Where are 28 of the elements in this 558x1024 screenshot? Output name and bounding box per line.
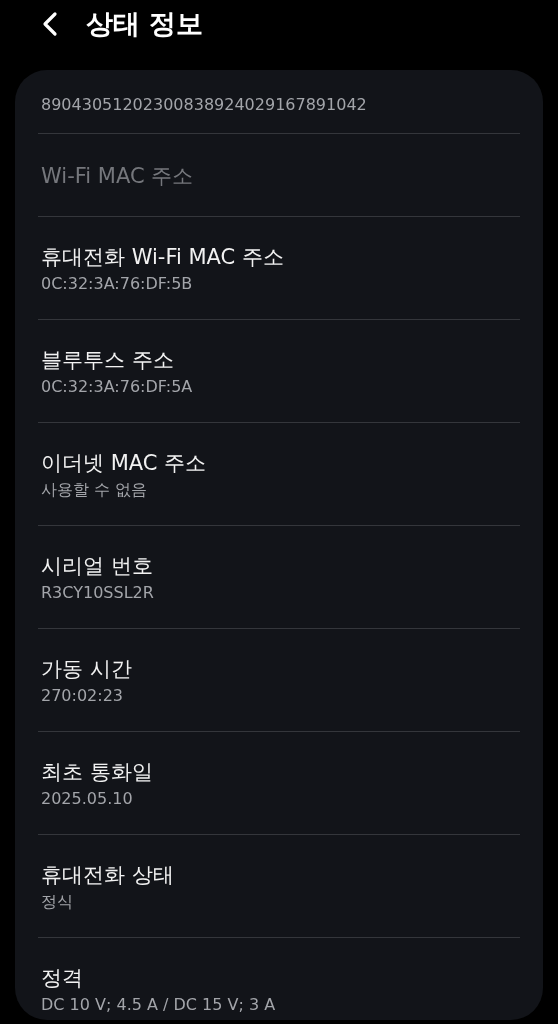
- item-value: 정식: [41, 891, 74, 913]
- item-title: Wi-Fi MAC 주소: [41, 163, 195, 190]
- info-item[interactable]: 휴대전화 Wi-Fi MAC 주소 0C:32:3A:76:DF:5B: [38, 216, 520, 319]
- info-item[interactable]: 이더넷 MAC 주소 사용할 수 없음: [38, 422, 520, 525]
- item-value: 사용할 수 없음: [41, 479, 149, 501]
- item-title: 시리얼 번호: [41, 553, 154, 580]
- item-value: R3CY10SSL2R: [41, 582, 155, 604]
- item-title: 정격: [41, 965, 84, 992]
- item-value: DC 10 V; 4.5 A / DC 15 V; 3 A: [41, 994, 277, 1016]
- item-title: 가동 시간: [41, 656, 133, 683]
- info-item[interactable]: 89043051202300838924029167891042: [38, 70, 520, 133]
- item-value: 0C:32:3A:76:DF:5B: [41, 273, 194, 295]
- info-item[interactable]: 정격 DC 10 V; 4.5 A / DC 15 V; 3 A: [38, 937, 520, 1020]
- item-title: 휴대전화 상태: [41, 862, 175, 889]
- page-title: 상태 정보: [86, 7, 204, 41]
- item-title: 블루투스 주소: [41, 347, 175, 374]
- item-value: 270:02:23: [41, 685, 125, 707]
- info-item[interactable]: 휴대전화 상태 정식: [38, 834, 520, 937]
- item-value: 89043051202300838924029167891042: [41, 93, 368, 116]
- item-title: 이더넷 MAC 주소: [41, 450, 208, 477]
- info-item[interactable]: 최초 통화일 2025.05.10: [38, 731, 520, 834]
- item-title: 최초 통화일: [41, 759, 154, 786]
- item-value: 2025.05.10: [41, 788, 134, 810]
- info-item[interactable]: 가동 시간 270:02:23: [38, 628, 520, 731]
- item-value: 0C:32:3A:76:DF:5A: [41, 376, 194, 398]
- info-item[interactable]: 시리얼 번호 R3CY10SSL2R: [38, 525, 520, 628]
- info-item[interactable]: 블루투스 주소 0C:32:3A:76:DF:5A: [38, 319, 520, 422]
- item-title: 휴대전화 Wi-Fi MAC 주소: [41, 244, 285, 271]
